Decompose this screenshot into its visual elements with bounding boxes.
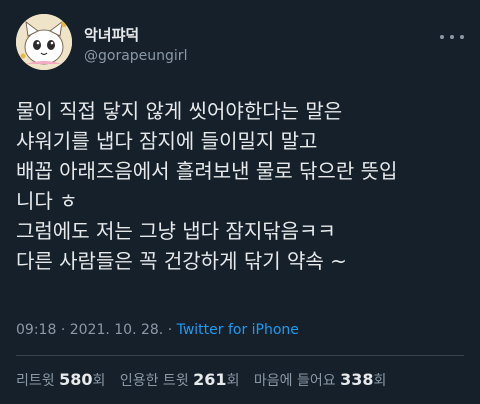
more-dot [460, 35, 464, 39]
likes-count: 338 [340, 370, 374, 389]
likes-label: 마음에 들어요 [253, 373, 336, 389]
retweets-count: 580 [59, 370, 93, 389]
likes-stat[interactable]: 마음에 들어요 338회 [253, 370, 387, 389]
separator-dot: · [167, 322, 173, 338]
divider [16, 355, 464, 356]
quotes-stat[interactable]: 인용한 트윗 261회 [119, 370, 244, 389]
quotes-count: 261 [193, 370, 227, 389]
tweet-meta: 09:18 · 2021. 10. 28. · Twitter for iPho… [16, 322, 299, 338]
retweets-label: 리트윗 [16, 373, 55, 389]
retweets-unit: 회 [92, 373, 106, 389]
tweet-line: 니다 ㅎ [16, 189, 78, 213]
cartoon-cat-avatar-icon [16, 14, 72, 70]
tweet-line: 다른 사람들은 꼭 건강하게 닦기 약속 ~ [16, 249, 347, 273]
likes-unit: 회 [373, 373, 387, 389]
tweet-line: 배꼽 아래즈음에서 흘려보낸 물로 닦으란 뜻입 [16, 159, 398, 183]
tweet-header: 악녀퍄덕 @gorapeungirl [16, 14, 464, 74]
tweet-line: 물이 직접 닿지 않게 씻어야한다는 말은 [16, 99, 343, 123]
display-name[interactable]: 악녀퍄덕 [84, 24, 139, 45]
separator-dot: · [60, 322, 66, 338]
more-options-icon[interactable] [440, 28, 464, 46]
tweet-source-link[interactable]: Twitter for iPhone [177, 322, 299, 338]
tweet-line: 그럼에도 저는 그냥 냅다 잠지닦음ㅋㅋ [16, 219, 336, 243]
tweet-text: 물이 직접 닿지 않게 씻어야한다는 말은 샤워기를 냅다 잠지에 들이밀지 말… [16, 96, 468, 276]
tweet-time[interactable]: 09:18 [16, 322, 56, 338]
tweet-stats: 리트윗 580회 인용한 트윗 261회 마음에 들어요 338회 [16, 370, 396, 390]
tweet-date[interactable]: 2021. 10. 28. [70, 322, 164, 338]
more-dot [450, 35, 454, 39]
quotes-unit: 회 [226, 373, 240, 389]
quotes-label: 인용한 트윗 [119, 373, 189, 389]
retweets-stat[interactable]: 리트윗 580회 [16, 370, 110, 389]
more-dot [440, 35, 444, 39]
user-handle[interactable]: @gorapeungirl [84, 48, 187, 64]
tweet-line: 샤워기를 냅다 잠지에 들이밀지 말고 [16, 129, 318, 153]
avatar[interactable] [16, 14, 72, 70]
